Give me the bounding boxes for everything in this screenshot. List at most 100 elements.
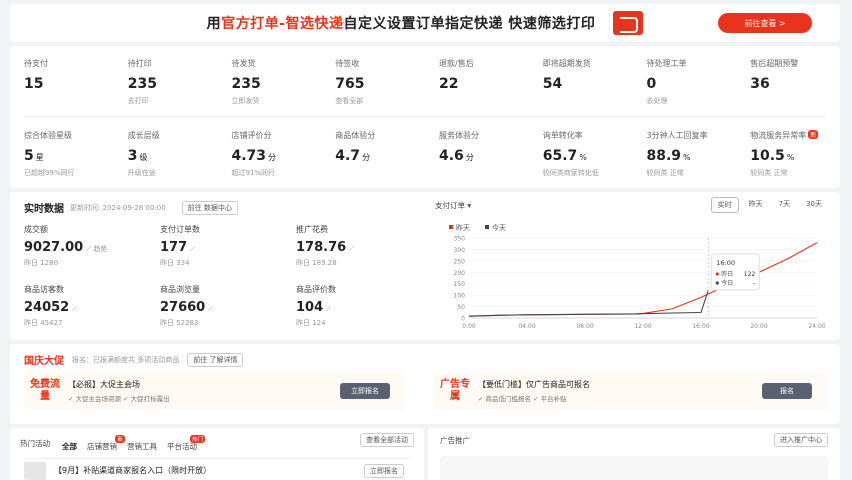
metric-yesterday: 昨日 189.28 [296, 259, 337, 267]
order-kpi[interactable]: 售后超期预警 36 [736, 58, 840, 106]
score-kpi[interactable]: 商品体验分 4.7 分 [321, 130, 425, 178]
kpi-sub[interactable] [543, 96, 633, 106]
kpi-label: 待打印 [127, 59, 152, 68]
order-kpi[interactable]: 待处理工单 0 去处理 [633, 58, 737, 106]
activity-list-item[interactable]: 【9月】补贴渠道商家报名入口（限时开放） 立即报名 [24, 458, 410, 480]
tooltip-dot [715, 272, 719, 276]
kpi-label-text: 3分钟人工回复率 [646, 131, 708, 140]
promo-tag: 广告专属 [440, 379, 470, 402]
order-kpi[interactable]: 即将超期发货 54 [529, 58, 633, 106]
festival-title: 国庆大促 [24, 356, 64, 367]
promo-banner[interactable]: 用官方打单-智选快递自定义设置订单指定快递 快速筛选打印 前往查看 > [10, 4, 840, 42]
ad-center-button[interactable]: 进入推广中心 [774, 433, 828, 447]
festival-header: 国庆大促 报名：已报满额度共 多项活动商品 前往 了解详情 [24, 352, 244, 367]
kpi-label: 综合体验星级 [24, 130, 114, 142]
chart-tooltip: 16:00 昨日 122 今日 - [710, 253, 760, 291]
realtime-metric[interactable]: 推广花费 178.76 ⟋ 昨日 189.28 [296, 224, 354, 268]
x-tick-label: 08:00 [576, 323, 593, 330]
kpi-sub [439, 168, 529, 178]
realtime-metric[interactable]: 商品浏览量 27660 ⟋ 昨日 52283 [160, 284, 213, 328]
kpi-value: 36 [750, 76, 770, 92]
promo-item[interactable]: 免费流量 【必报】大促主会场 ✓ 大促主会场资源 ✓ 大促打标露出 立即报名 [24, 372, 404, 410]
kpi-sub: 已超越99%同行 [24, 169, 75, 177]
kpi-unit: 分 [268, 153, 277, 162]
kpi-label: 待处理工单 [646, 59, 687, 68]
kpi-sub[interactable] [439, 96, 529, 106]
order-kpi[interactable]: 待支付 15 [10, 58, 114, 106]
festival-detail-link[interactable]: 前往 了解详情 [187, 352, 244, 367]
kpi-value: 4.6 分 [439, 148, 529, 166]
metric-label: 支付订单数 [160, 225, 200, 234]
kpi-label: 即将超期发货 [542, 59, 591, 68]
order-kpi[interactable]: 待签收 765 查看全部 [321, 58, 425, 106]
promo-item[interactable]: 广告专属 【要低门槛】仅广告商品可报名 ✓ 商品低门槛报名 ✓ 平台补贴 报名 [434, 372, 826, 410]
order-kpi[interactable]: 待打印 235 去打印 [114, 58, 218, 106]
kpi-value: 4.73 分 [232, 148, 322, 166]
kpi-number: 4.7 [335, 148, 361, 164]
range-tab[interactable]: 实时 [710, 197, 739, 213]
trend-icon[interactable]: ⟋ [72, 305, 77, 313]
score-kpi[interactable]: 物流服务异常率新 10.5% 较同类 正常 [736, 130, 840, 178]
activity-tab[interactable]: 营销工具 [127, 441, 157, 452]
metric-value-row: 24052 ⟋ [24, 300, 77, 315]
kpi-label: 物流服务异常率新 [750, 130, 840, 142]
kpi-sub[interactable] [24, 96, 114, 106]
kpi-label: 退款/售后 [439, 59, 474, 68]
trend-icon[interactable]: ⟋ 趋势 [86, 245, 107, 253]
realtime-metric[interactable]: 商品评价数 104 ⟋ 昨日 124 [296, 284, 336, 328]
range-tab[interactable]: 昨天 [743, 197, 769, 213]
kpi-number: 4.6 [439, 148, 464, 164]
kpi-sub[interactable]: 去处理 [647, 96, 737, 106]
kpi-value: 0 [646, 76, 657, 92]
x-tick-label: 24:00 [808, 323, 825, 330]
range-tab[interactable]: 7天 [773, 197, 796, 213]
score-kpi[interactable]: 3分钟人工回复率 88.9% 较同类 正常 [633, 130, 737, 178]
metric-label: 推广花费 [296, 225, 328, 234]
promo-signup-button[interactable]: 报名 [762, 383, 812, 399]
order-kpi[interactable]: 待发货 235 立即发货 [218, 58, 322, 106]
activity-tab[interactable]: 全部 [62, 441, 77, 452]
banner-view-button[interactable]: 前往查看 > [718, 13, 812, 33]
order-kpi[interactable]: 退款/售后 22 [425, 58, 529, 106]
kpi-sub[interactable]: 查看全部 [335, 96, 425, 106]
promo-sub: ✓ 大促主会场资源 ✓ 大促打标露出 [68, 395, 170, 403]
realtime-metric[interactable]: 成交额 9027.00 ⟋ 趋势 昨日 1280 [24, 224, 107, 268]
y-tick-label: 300 [454, 247, 466, 254]
realtime-metric[interactable]: 支付订单数 177 ⟋ 昨日 334 [160, 224, 200, 268]
data-center-button[interactable]: 前往 数据中心 [181, 200, 238, 215]
metric-value: 178.76 [296, 240, 347, 255]
score-kpi[interactable]: 成长层级 3 级升级在途 [114, 130, 218, 178]
range-tab[interactable]: 30天 [800, 197, 828, 213]
activity-tab[interactable]: 店铺营销新 [87, 435, 125, 452]
kpi-label: 待签收 [335, 59, 360, 68]
y-tick-label: 100 [454, 293, 466, 300]
score-kpi[interactable]: 服务体验分 4.6 分 [425, 130, 529, 178]
realtime-metric[interactable]: 商品访客数 24052 ⟋ 昨日 45427 [24, 284, 77, 328]
realtime-header: 实时数据 更新时间: 2024-09-28 00:00 前往 数据中心 [24, 200, 238, 215]
score-kpi[interactable]: 询单转化率 65.7% 较同类商家转化低 [529, 130, 633, 178]
metric-label: 商品评价数 [296, 285, 336, 294]
kpi-number: 10.5 [750, 148, 785, 164]
activity-tab[interactable]: 平台活动 热门 [167, 435, 205, 452]
activity-signup-button[interactable]: 立即报名 [364, 464, 404, 478]
score-kpi[interactable]: 店铺评价分 4.73 分超过91%同行 [218, 130, 322, 178]
trend-icon[interactable]: ⟋ [208, 305, 213, 313]
kpi-sub[interactable] [750, 96, 840, 106]
kpi-unit: % [579, 153, 587, 162]
tooltip-row-value: - [753, 280, 755, 287]
kpi-sub[interactable]: 立即发货 [232, 96, 322, 106]
promo-signup-button[interactable]: 立即报名 [340, 383, 390, 399]
score-kpi[interactable]: 综合体验星级 5 星已超越99%同行 [10, 130, 114, 178]
metric-value-row: 27660 ⟋ [160, 300, 213, 315]
trend-icon[interactable]: ⟋ [190, 245, 195, 253]
realtime-title: 实时数据 [24, 204, 64, 215]
view-all-activities-button[interactable]: 查看全部活动 [360, 433, 414, 447]
trend-icon[interactable]: ⟋ [349, 245, 354, 253]
activity-tab-label: 全部 [62, 442, 77, 451]
trend-icon[interactable]: ⟋ [326, 305, 331, 313]
kpi-sub[interactable]: 去打印 [128, 96, 218, 106]
chart-metric-select[interactable]: 支付订单 ▾ [435, 200, 471, 211]
kpi-label-text: 店铺评价分 [231, 131, 272, 140]
kpi-label: 服务体验分 [439, 130, 529, 142]
kpi-value: 10.5% [750, 148, 840, 166]
